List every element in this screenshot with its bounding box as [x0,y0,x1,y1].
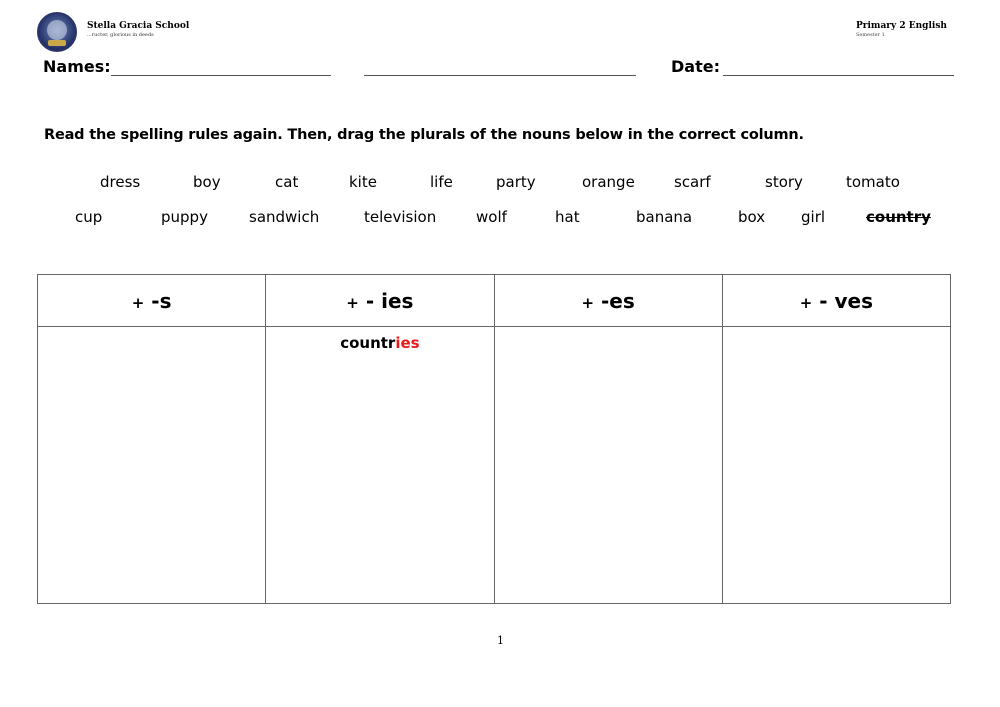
suffix-label: - ies [365,288,414,313]
semester-label: Semester 1 [856,32,885,38]
word-tile[interactable]: sandwich [249,208,319,226]
plus-sign: + [131,293,145,312]
placed-word[interactable]: countries [340,334,419,352]
plus-sign: + [581,293,595,312]
drop-zone-es[interactable] [493,326,723,604]
word-tile[interactable]: banana [636,208,692,226]
names-label: Names: [43,57,111,76]
word-tile[interactable]: box [738,208,765,226]
suffix-label: -es [601,288,635,313]
name-line-1[interactable] [111,75,331,76]
word-stem: countr [340,334,396,352]
word-suffix: ies [395,334,420,352]
plus-sign: + [346,293,359,312]
column-header-ies: + - ies [265,274,495,327]
word-tile[interactable]: life [430,173,453,191]
subject-title: Primary 2 English [856,21,947,31]
suffix-label: -s [151,288,172,313]
drop-zone-ves[interactable] [721,326,952,604]
column-header-es: + -es [493,274,723,327]
word-tile[interactable]: scarf [674,173,711,191]
word-tile[interactable]: wolf [476,208,507,226]
word-tile-used: country [866,208,931,226]
word-tile[interactable]: boy [193,173,221,191]
word-tile[interactable]: puppy [161,208,208,226]
word-tile[interactable]: hat [555,208,580,226]
word-tile[interactable]: dress [100,173,140,191]
date-label: Date: [671,57,720,76]
school-logo [37,12,77,52]
word-tile[interactable]: orange [582,173,635,191]
drop-zone-s[interactable] [36,326,267,604]
word-tile[interactable]: tomato [846,173,900,191]
word-tile[interactable]: cup [75,208,102,226]
page-number: 1 [497,634,504,647]
date-line[interactable] [723,75,954,76]
drop-zone-ies[interactable]: countries [265,326,495,604]
word-tile[interactable]: cat [275,173,298,191]
name-line-2[interactable] [364,75,636,76]
column-header-ves: + - ves [721,274,952,327]
school-motto: ...ructer, glorious in deeds [87,32,154,38]
word-tile[interactable]: story [765,173,803,191]
school-name: Stella Gracia School [87,21,190,31]
plural-columns-table: + -s + - ies + -es + - ves countries [36,274,952,604]
word-tile[interactable]: party [496,173,536,191]
suffix-label: - ves [819,288,874,313]
word-tile[interactable]: kite [349,173,377,191]
column-header-s: + -s [36,274,267,327]
instructions: Read the spelling rules again. Then, dra… [44,127,804,143]
word-tile[interactable]: girl [801,208,825,226]
plus-sign: + [799,293,813,312]
word-tile[interactable]: television [364,208,436,226]
